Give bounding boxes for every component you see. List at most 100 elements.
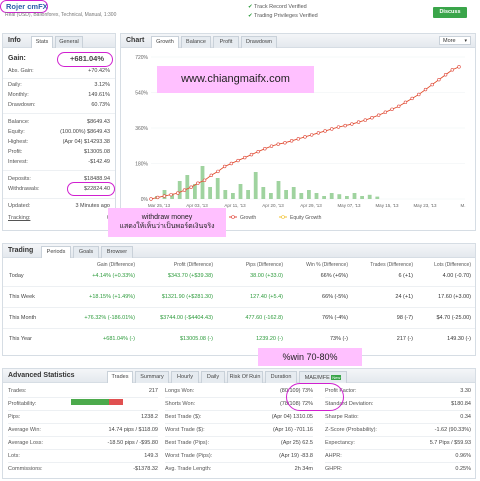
- x-tick-label: Apr 20, '13: [262, 203, 284, 208]
- row-divider: [325, 449, 471, 450]
- stat-value: (Apr 19) -83.8: [279, 453, 313, 459]
- tab-hourly[interactable]: Hourly: [171, 371, 199, 383]
- header-pips: Pips (Difference): [245, 262, 283, 268]
- interest-label: Interest:: [8, 159, 28, 165]
- row-divider: [165, 436, 313, 437]
- profit-bar: [284, 190, 289, 199]
- highest-label: Highest:: [8, 139, 29, 145]
- growth-point: [236, 158, 240, 163]
- highest-value: (Apr 04) $14293.38: [62, 139, 110, 145]
- x-tick-label: Apr 29, '13: [300, 203, 322, 208]
- tab-general[interactable]: General: [55, 36, 83, 48]
- growth-point: [182, 188, 187, 192]
- daily-label: Daily:: [8, 82, 22, 88]
- period-label: This Month: [9, 315, 37, 321]
- drawdown-value: 60.73%: [91, 102, 110, 108]
- tab-growth[interactable]: Growth: [151, 36, 179, 48]
- header-trades: Trades (Difference): [370, 262, 413, 268]
- growth-point: [196, 181, 200, 185]
- growth-point: [222, 164, 227, 169]
- tab-duration[interactable]: Duration: [265, 371, 297, 383]
- period-profit: $13005.08 (-): [179, 336, 213, 342]
- row-divider: [325, 436, 471, 437]
- profit-bar: [276, 181, 281, 199]
- tracking-label[interactable]: Tracking:: [8, 214, 30, 223]
- tab-drawdown[interactable]: Drawdown: [241, 36, 277, 48]
- x-tick-label: May 15, '13: [375, 203, 399, 208]
- tab-periods[interactable]: Periods: [41, 246, 71, 258]
- period-profit: $1321.90 (+$281.30): [161, 294, 213, 300]
- tab-browser[interactable]: Browser: [101, 246, 133, 258]
- growth-point: [336, 125, 341, 129]
- row-divider: [325, 423, 471, 424]
- account-subtitle: Real (USD), Ballonforex, Technical, Manu…: [5, 12, 117, 18]
- tab-summary[interactable]: Summary: [135, 371, 169, 383]
- growth-point: [343, 123, 347, 128]
- chevron-down-icon: ▾: [464, 38, 467, 44]
- period-lots: 17.60 (+3.00): [438, 294, 471, 300]
- tab-daily[interactable]: Daily: [201, 371, 225, 383]
- growth-point: [410, 96, 414, 101]
- row-divider: [3, 328, 475, 329]
- growth-point: [189, 185, 193, 189]
- period-lots: $4.70 (-25.00): [436, 315, 471, 321]
- tab-risk-of-ruin[interactable]: Risk Of Ruin: [227, 371, 263, 383]
- stat-value: -$1378.32: [133, 466, 158, 472]
- profit-bar: [269, 193, 273, 199]
- growth-point: [350, 122, 354, 126]
- legend-label: Equity Growth: [290, 215, 322, 221]
- profit-bar: [299, 193, 304, 199]
- growth-point: [430, 82, 434, 87]
- updated-value: 3 Minutes ago: [75, 203, 110, 209]
- tab-stats[interactable]: Stats: [31, 36, 53, 48]
- period-win: 66% (-5%): [322, 294, 348, 300]
- tab-profit[interactable]: Profit: [213, 36, 239, 48]
- profit-bar: [238, 184, 243, 199]
- profit-bar: [200, 166, 205, 199]
- stat-value: 2h 34m: [294, 466, 313, 472]
- period-win: 66% (+6%): [320, 273, 348, 279]
- discuss-button[interactable]: Discuss: [433, 7, 467, 18]
- tab-trades[interactable]: Trades: [107, 371, 133, 383]
- banner-withdraw-line1: withdraw money: [141, 214, 193, 221]
- won-highlight: [286, 383, 344, 411]
- profitability-bar-fill: [71, 399, 109, 405]
- profit-bar: [367, 194, 372, 199]
- y-tick-label: 540%: [135, 91, 148, 97]
- growth-point: [370, 116, 374, 120]
- stat-value: 3.30: [460, 388, 471, 394]
- header-lots: Lots (Difference): [434, 262, 471, 268]
- row-divider: [165, 449, 313, 450]
- stat-value: -1.62 (90.33%): [434, 427, 471, 433]
- growth-point: [316, 131, 321, 135]
- growth-point: [417, 92, 421, 97]
- profit-bar: [215, 178, 220, 199]
- header-profit: Profit (Difference): [173, 262, 213, 268]
- track-verified: ✔ Track Record Verified: [248, 4, 307, 10]
- growth-point: [323, 129, 327, 133]
- tab-goals[interactable]: Goals: [73, 246, 99, 258]
- profit-bar: [253, 172, 258, 199]
- growth-point: [457, 65, 461, 69]
- profit-label: Profit:: [8, 149, 23, 155]
- monthly-label: Monthly:: [8, 92, 29, 98]
- advanced-stats-panel: Advanced Statistics Trades Summary Hourl…: [2, 368, 476, 479]
- balance-value: $8649.43: [87, 119, 110, 125]
- growth-point: [303, 135, 307, 139]
- stat-value: (Apr 16) -701.16: [272, 427, 313, 433]
- stat-value: -18.50 pips / -$95.80: [107, 440, 158, 446]
- x-tick-label: May 07, '13: [337, 203, 361, 208]
- withdrawals-highlight: [67, 182, 115, 196]
- more-dropdown[interactable]: More ▾: [439, 36, 471, 45]
- gain-label: Gain:: [8, 55, 26, 62]
- row-divider: [8, 449, 158, 450]
- growth-point: [296, 137, 301, 141]
- banner-win: %win 70-80%: [258, 348, 362, 366]
- x-tick-label: Apr 11, '13: [224, 203, 246, 208]
- tab-mae-mfe[interactable]: MAE/MFE New: [299, 371, 347, 383]
- y-tick-label: 720%: [135, 55, 148, 61]
- growth-point: [376, 113, 381, 117]
- tab-balance[interactable]: Balance: [181, 36, 211, 48]
- growth-point: [202, 178, 207, 182]
- period-pips: 127.40 (+5.4): [250, 294, 283, 300]
